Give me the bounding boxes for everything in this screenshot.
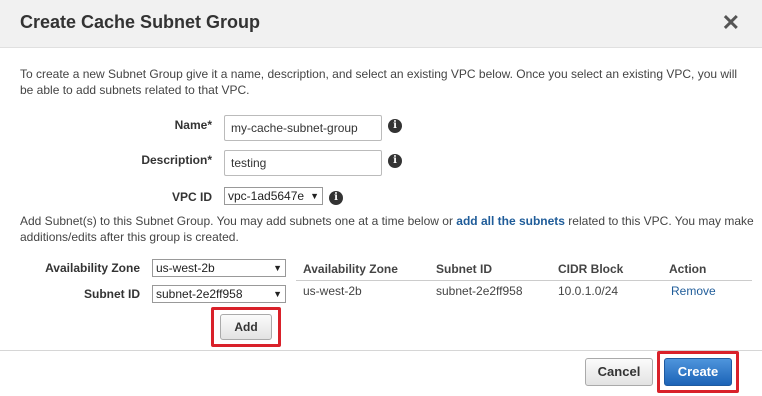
name-label: Name* xyxy=(174,118,212,132)
table-cell-cidr-block: 10.0.1.0/24 xyxy=(558,284,619,298)
add-all-subnets-link[interactable]: add all the subnets xyxy=(456,214,565,228)
add-button[interactable]: Add xyxy=(220,314,272,340)
remove-link[interactable]: Remove xyxy=(671,284,716,298)
dialog-title: Create Cache Subnet Group xyxy=(20,12,261,32)
table-header-availability-zone: Availability Zone xyxy=(303,262,398,276)
footer-divider xyxy=(0,350,762,351)
availability-zone-value: us-west-2b xyxy=(156,261,215,275)
description-info-icon[interactable]: i xyxy=(388,154,402,168)
table-header-cidr-block: CIDR Block xyxy=(558,262,624,276)
subnet-id-select[interactable]: subnet-2e2ff958 ▼ xyxy=(152,285,286,303)
vpc-id-label: VPC ID xyxy=(171,190,212,204)
vpc-id-select[interactable]: vpc-1ad5647e ▼ xyxy=(224,187,323,205)
name-field[interactable] xyxy=(224,115,382,141)
subnet-id-label: Subnet ID xyxy=(84,287,140,301)
name-info-icon[interactable]: i xyxy=(388,119,402,133)
vpc-info-icon[interactable]: i xyxy=(329,191,343,205)
description-field[interactable] xyxy=(224,150,382,176)
table-header-subnet-id: Subnet ID xyxy=(436,262,492,276)
availability-zone-select[interactable]: us-west-2b ▼ xyxy=(152,259,286,277)
intro-text: To create a new Subnet Group give it a n… xyxy=(20,67,738,97)
availability-zone-label: Availability Zone xyxy=(45,261,140,275)
table-cell-availability-zone: us-west-2b xyxy=(303,284,362,298)
subnet-text-before: Add Subnet(s) to this Subnet Group. You … xyxy=(20,214,457,228)
dialog-header: Create Cache Subnet Group ✕ xyxy=(0,0,762,48)
vpc-id-value: vpc-1ad5647e xyxy=(228,189,305,203)
description-label: Description* xyxy=(141,153,212,167)
subnet-instructions: Add Subnet(s) to this Subnet Group. You … xyxy=(20,213,760,245)
chevron-down-icon: ▼ xyxy=(273,289,282,299)
close-icon[interactable]: ✕ xyxy=(722,12,740,34)
table-header-action: Action xyxy=(669,262,707,276)
cancel-button[interactable]: Cancel xyxy=(585,358,653,386)
create-button[interactable]: Create xyxy=(664,358,732,386)
subnet-id-value: subnet-2e2ff958 xyxy=(156,287,243,301)
chevron-down-icon: ▼ xyxy=(273,263,282,273)
table-header-divider xyxy=(296,280,752,281)
table-cell-subnet-id: subnet-2e2ff958 xyxy=(436,284,523,298)
chevron-down-icon: ▼ xyxy=(310,191,319,201)
